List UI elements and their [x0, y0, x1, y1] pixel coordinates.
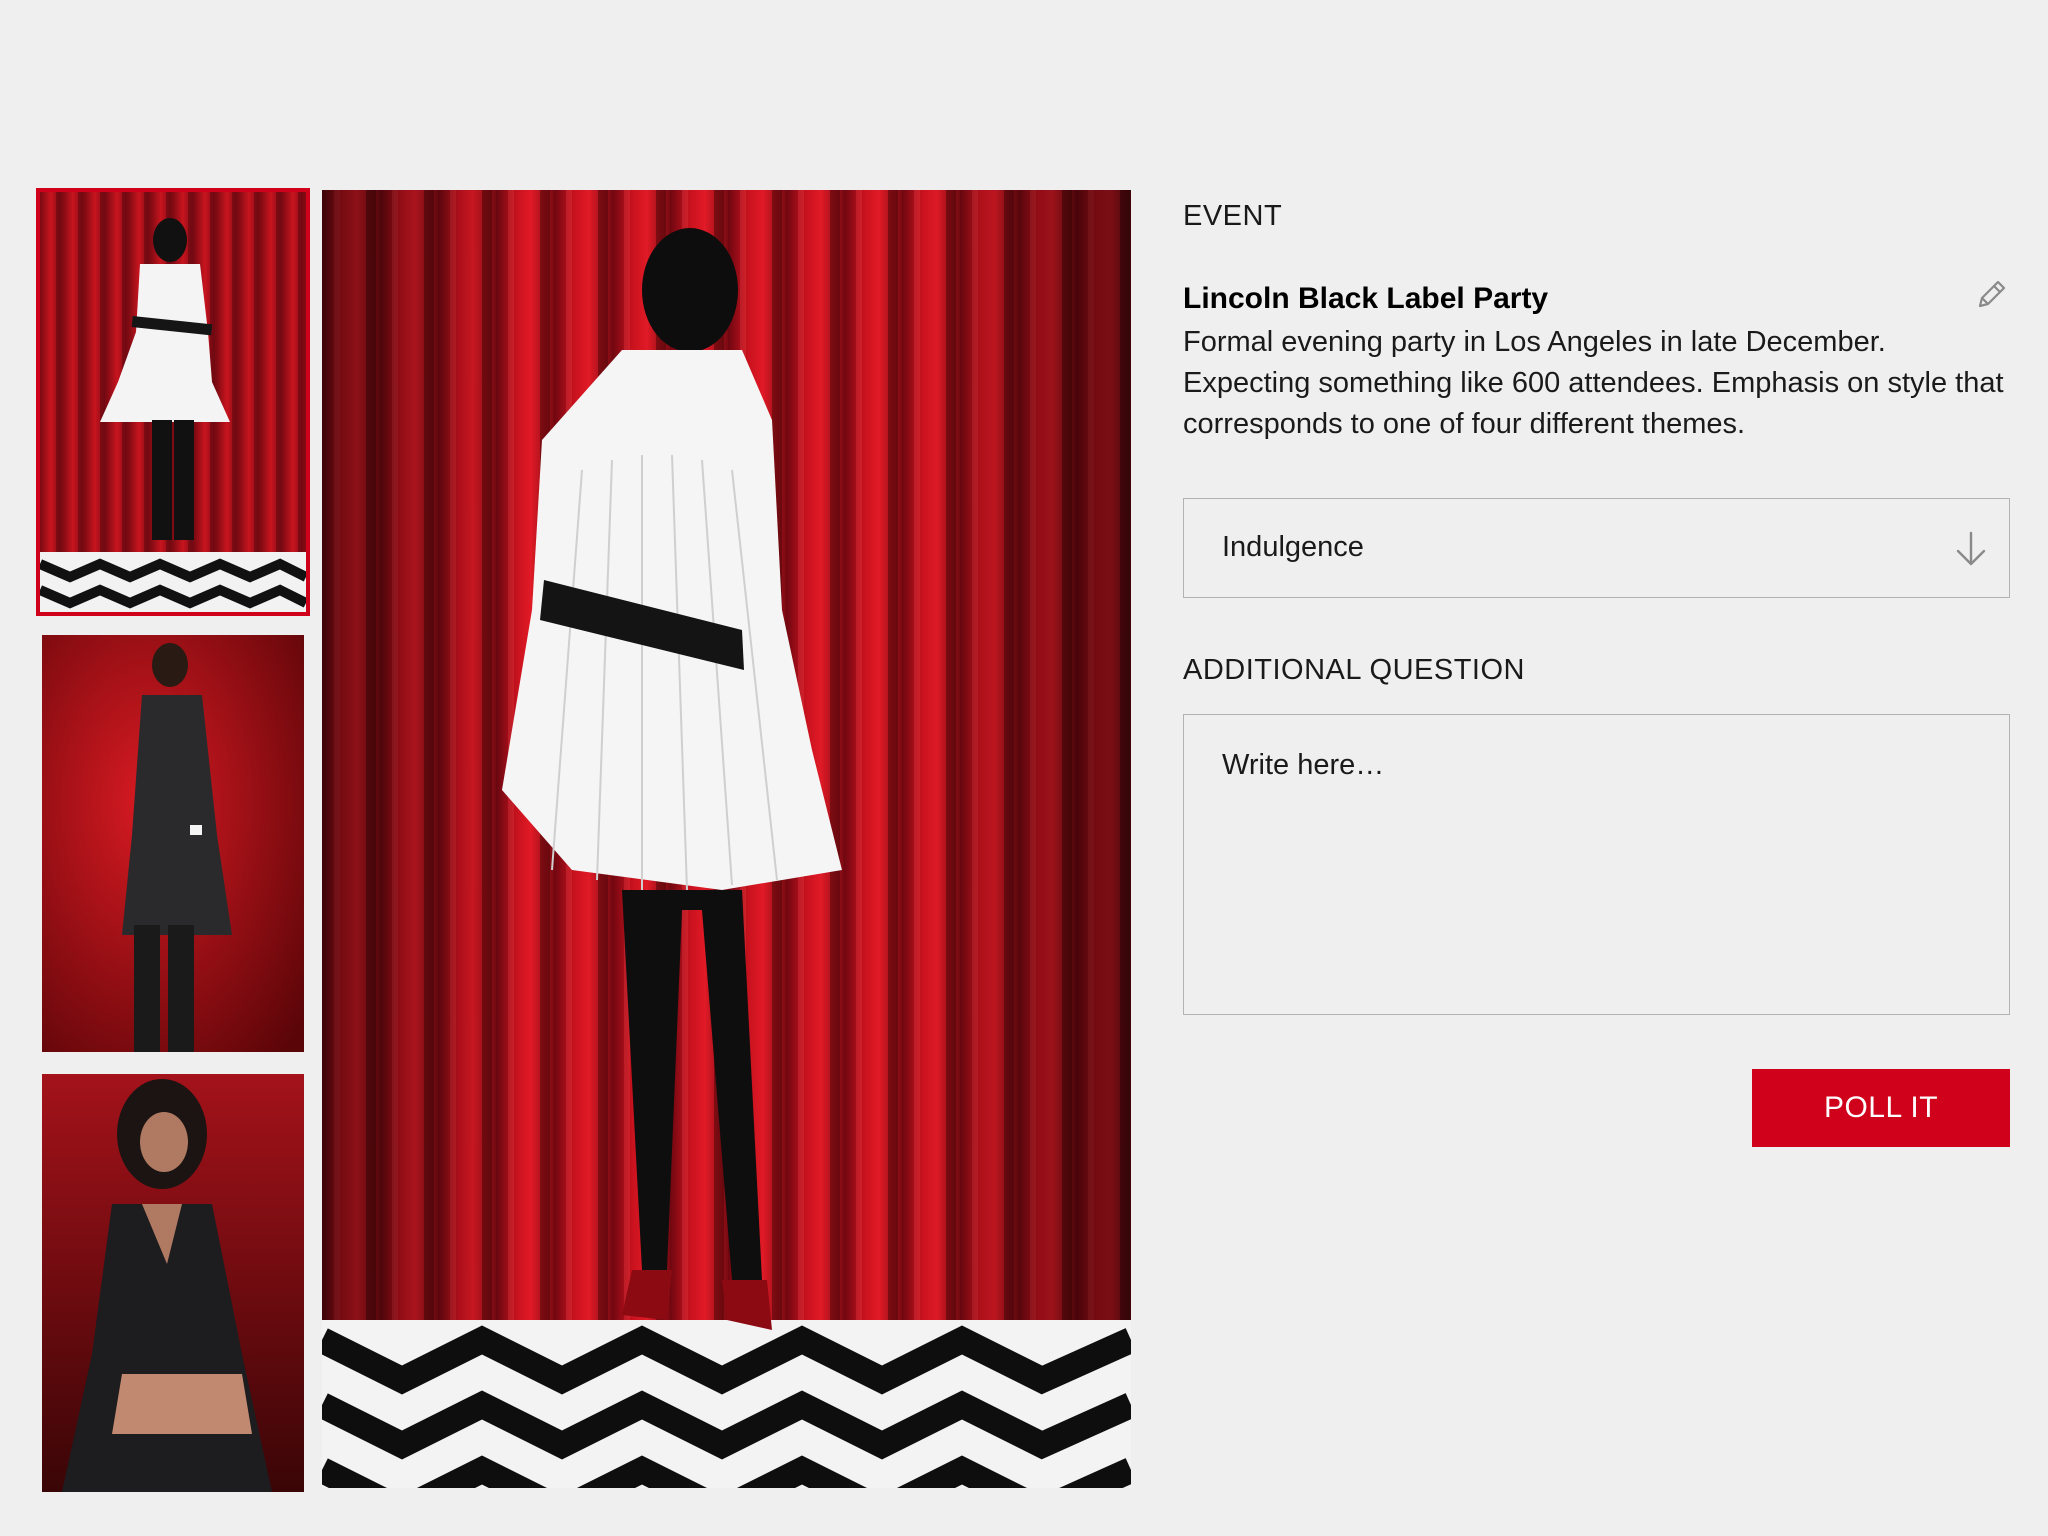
poll-it-button[interactable]: POLL IT	[1752, 1069, 2010, 1147]
theme-select-value: Indulgence	[1222, 531, 1364, 563]
thumbnail-look-2[interactable]	[42, 635, 304, 1052]
main-photo-image	[322, 190, 1131, 1488]
additional-question-input[interactable]	[1183, 714, 2010, 1015]
additional-question-label: ADDITIONAL QUESTION	[1183, 654, 1525, 686]
theme-select[interactable]: Indulgence	[1183, 498, 2010, 598]
thumbnail-image	[40, 192, 306, 612]
pencil-icon[interactable]	[1974, 278, 2008, 312]
arrow-down-icon	[1953, 529, 1989, 569]
thumbnail-look-1[interactable]	[36, 188, 310, 616]
event-title: Lincoln Black Label Party	[1183, 282, 1549, 315]
thumbnail-image	[42, 1074, 304, 1492]
main-photo	[322, 190, 1131, 1488]
event-description: Formal evening party in Los Angeles in l…	[1183, 326, 2004, 440]
thumbnail-image	[42, 635, 304, 1052]
thumbnail-look-3[interactable]	[42, 1074, 304, 1492]
event-section-label: EVENT	[1183, 200, 1283, 232]
